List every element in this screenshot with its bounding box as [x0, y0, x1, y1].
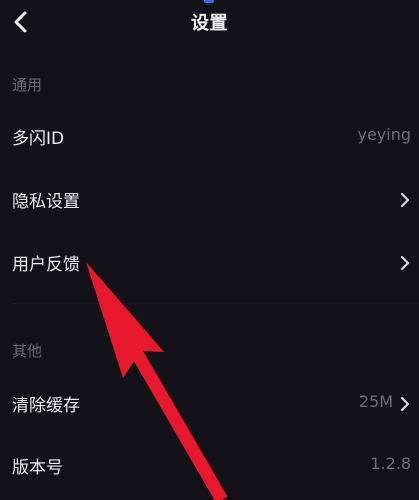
row-value-cache-size: 25M	[358, 392, 393, 411]
section-label-other: 其他	[12, 342, 43, 360]
chevron-right-icon	[400, 193, 410, 207]
row-value-duoshan-id: yeying	[357, 125, 411, 144]
section-label-general: 通用	[12, 76, 43, 94]
row-privacy-settings[interactable]: 隐私设置	[0, 175, 419, 223]
section-divider	[12, 303, 419, 304]
settings-screen: 设置 通用 多闪ID yeying 隐私设置 用户反馈 其他 清除缓存 25M …	[0, 0, 419, 500]
row-duoshan-id[interactable]: 多闪ID yeying	[0, 112, 419, 160]
header-bar: 设置	[0, 0, 419, 44]
row-user-feedback[interactable]: 用户反馈	[0, 238, 419, 286]
row-label: 多闪ID	[12, 129, 65, 149]
row-label: 隐私设置	[12, 192, 80, 212]
row-value-version: 1.2.8	[370, 454, 411, 473]
row-version: 版本号 1.2.8	[0, 441, 419, 489]
page-title: 设置	[191, 13, 228, 34]
chevron-right-icon	[400, 256, 410, 270]
chevron-right-icon	[400, 397, 410, 411]
row-label: 用户反馈	[12, 255, 80, 275]
row-label: 清除缓存	[12, 396, 80, 416]
row-label: 版本号	[12, 458, 63, 478]
row-clear-cache[interactable]: 清除缓存 25M	[0, 379, 419, 427]
